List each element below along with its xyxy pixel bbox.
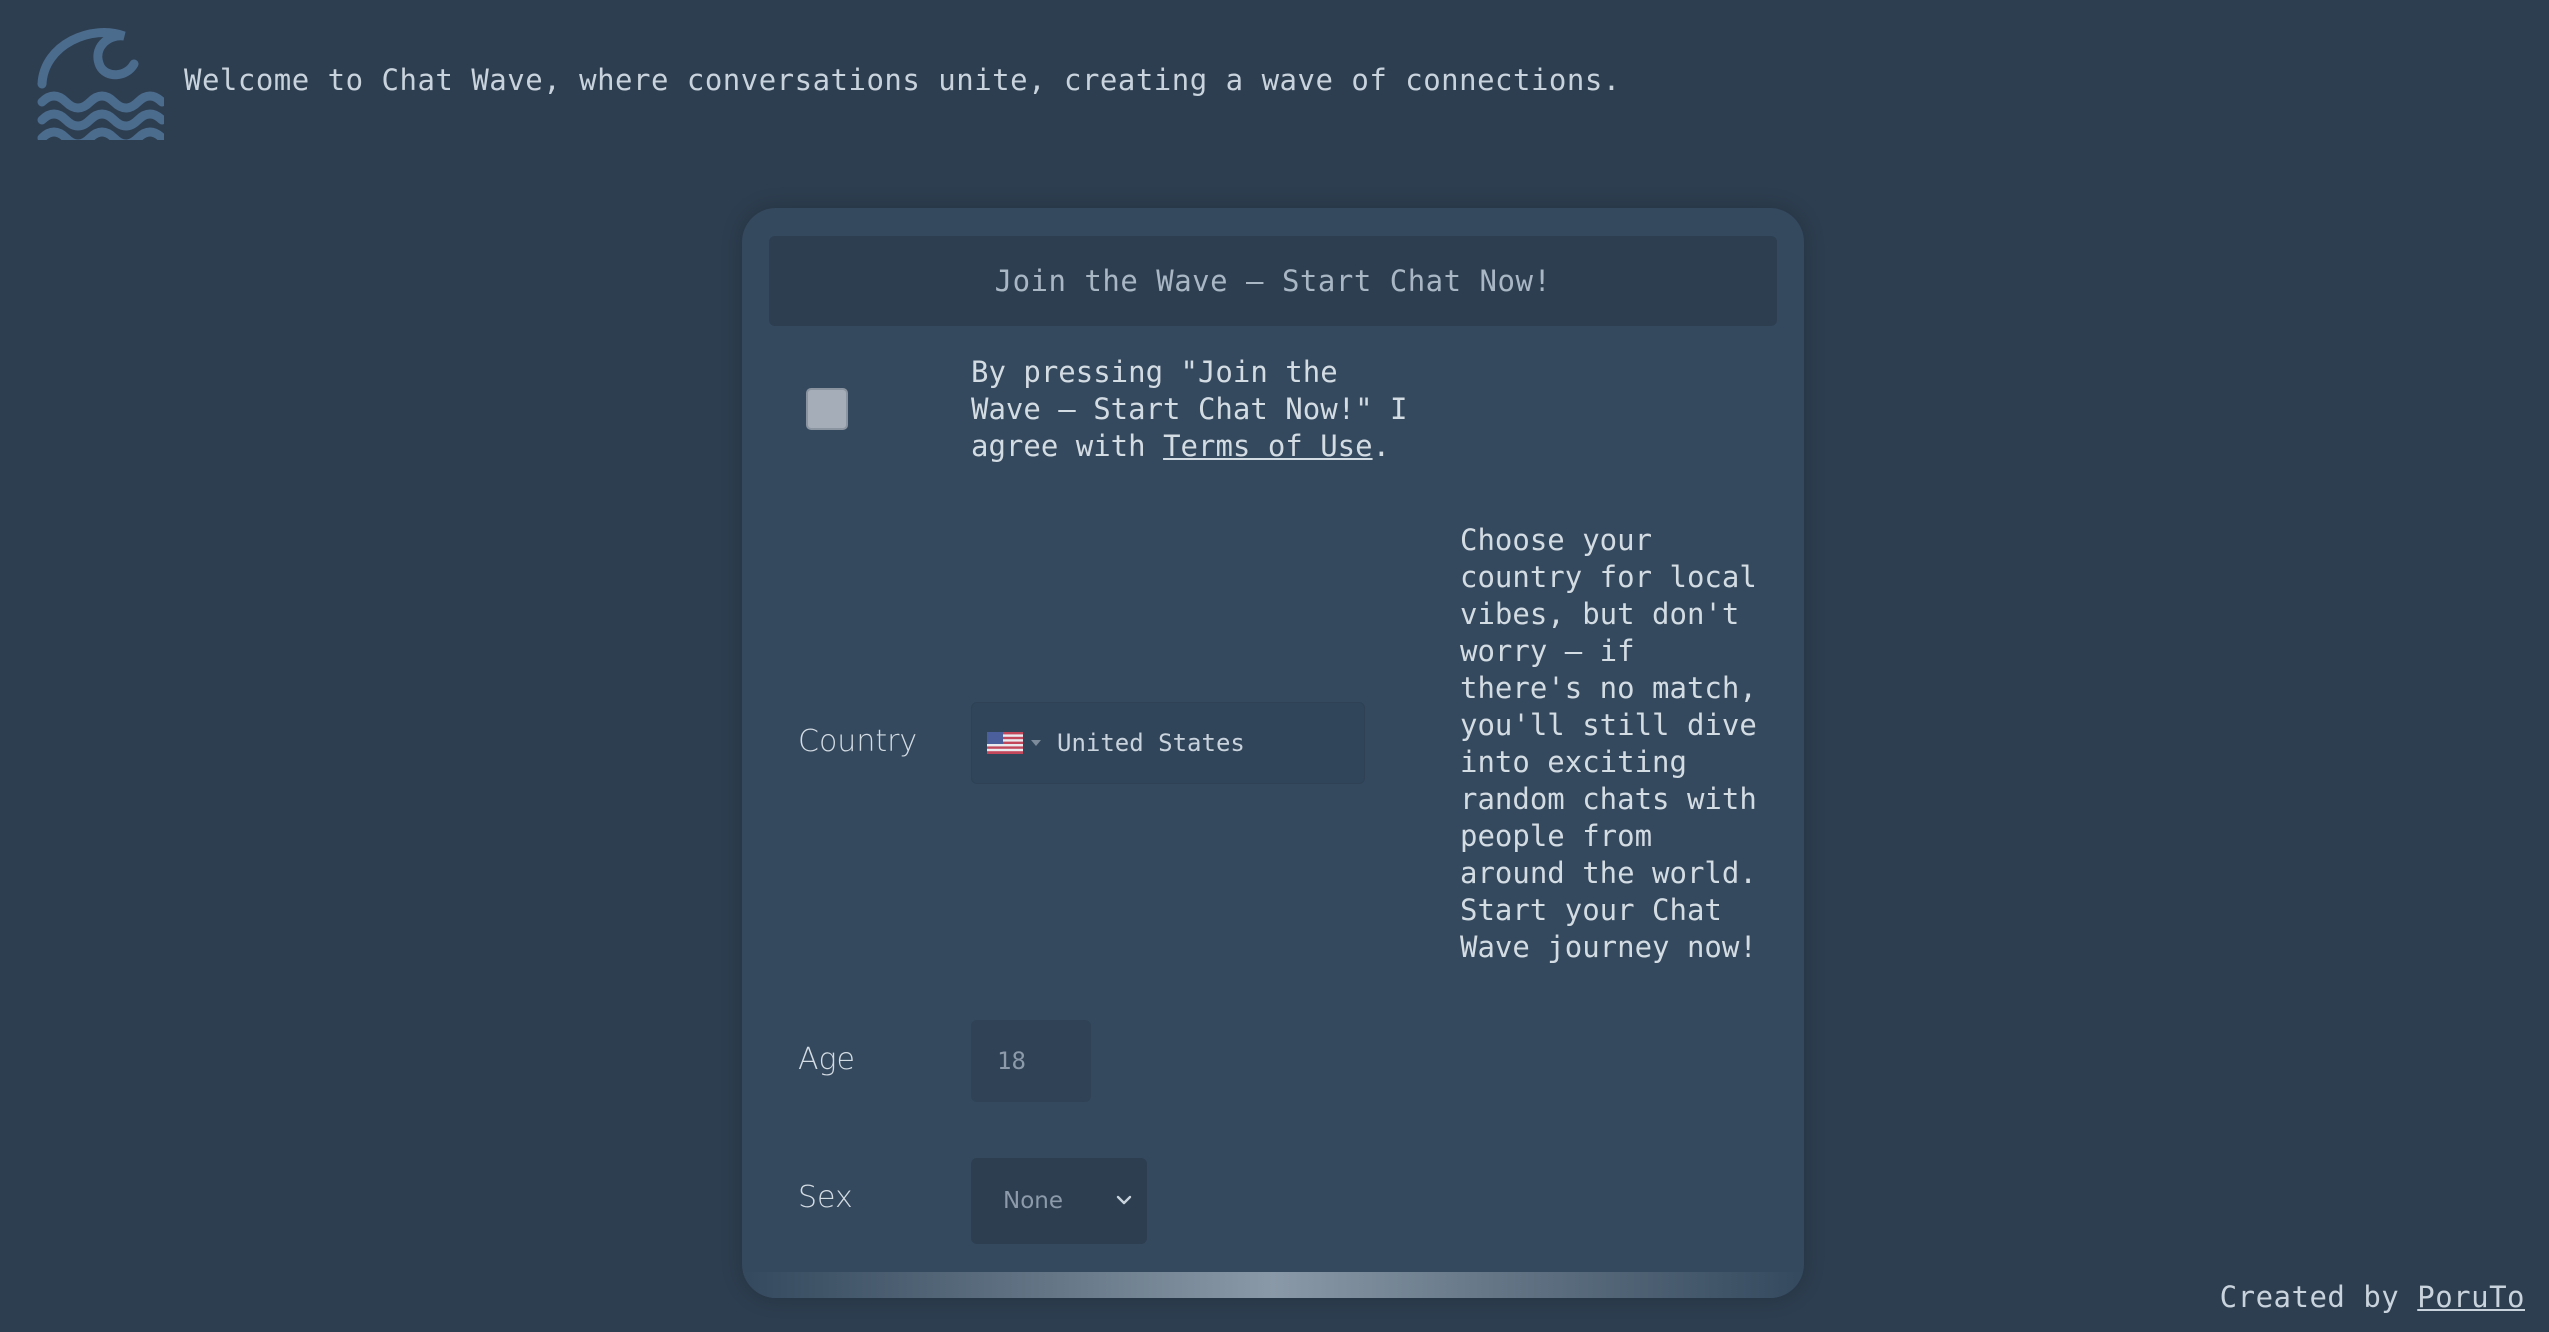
terms-checkbox[interactable] — [806, 388, 848, 430]
join-wave-button[interactable]: Join the Wave – Start Chat Now! — [769, 236, 1777, 326]
sex-label: Sex — [798, 1180, 853, 1215]
welcome-message: Welcome to Chat Wave, where conversation… — [184, 63, 1621, 97]
author-link[interactable]: PoruTo — [2417, 1280, 2525, 1314]
chevron-down-icon — [1116, 1195, 1132, 1205]
flag-dropdown-caret-icon — [1031, 740, 1041, 746]
age-input[interactable] — [971, 1020, 1091, 1102]
join-form-card: Join the Wave – Start Chat Now! By press… — [742, 208, 1804, 1298]
terms-text-after: . — [1372, 429, 1391, 463]
wave-progress-bar — [742, 1272, 1804, 1298]
terms-agreement-text: By pressing "Join the Wave – Start Chat … — [971, 354, 1411, 465]
sex-selected-value: None — [1003, 1188, 1064, 1214]
country-selected-value: United States — [1057, 729, 1245, 757]
age-label: Age — [798, 1042, 855, 1077]
country-label: Country — [798, 724, 918, 759]
country-hint-text: Choose your country for local vibes, but… — [1460, 523, 1757, 964]
country-select[interactable]: United States — [971, 702, 1365, 784]
created-by-text: Created by — [2219, 1280, 2418, 1314]
sex-select[interactable]: None — [971, 1158, 1147, 1244]
wave-logo-icon — [37, 28, 164, 140]
us-flag-icon — [987, 732, 1023, 754]
terms-of-use-link[interactable]: Terms of Use — [1163, 429, 1373, 463]
footer-credit: Created by PoruTo — [2220, 1280, 2525, 1314]
header: Welcome to Chat Wave, where conversation… — [36, 20, 1621, 140]
